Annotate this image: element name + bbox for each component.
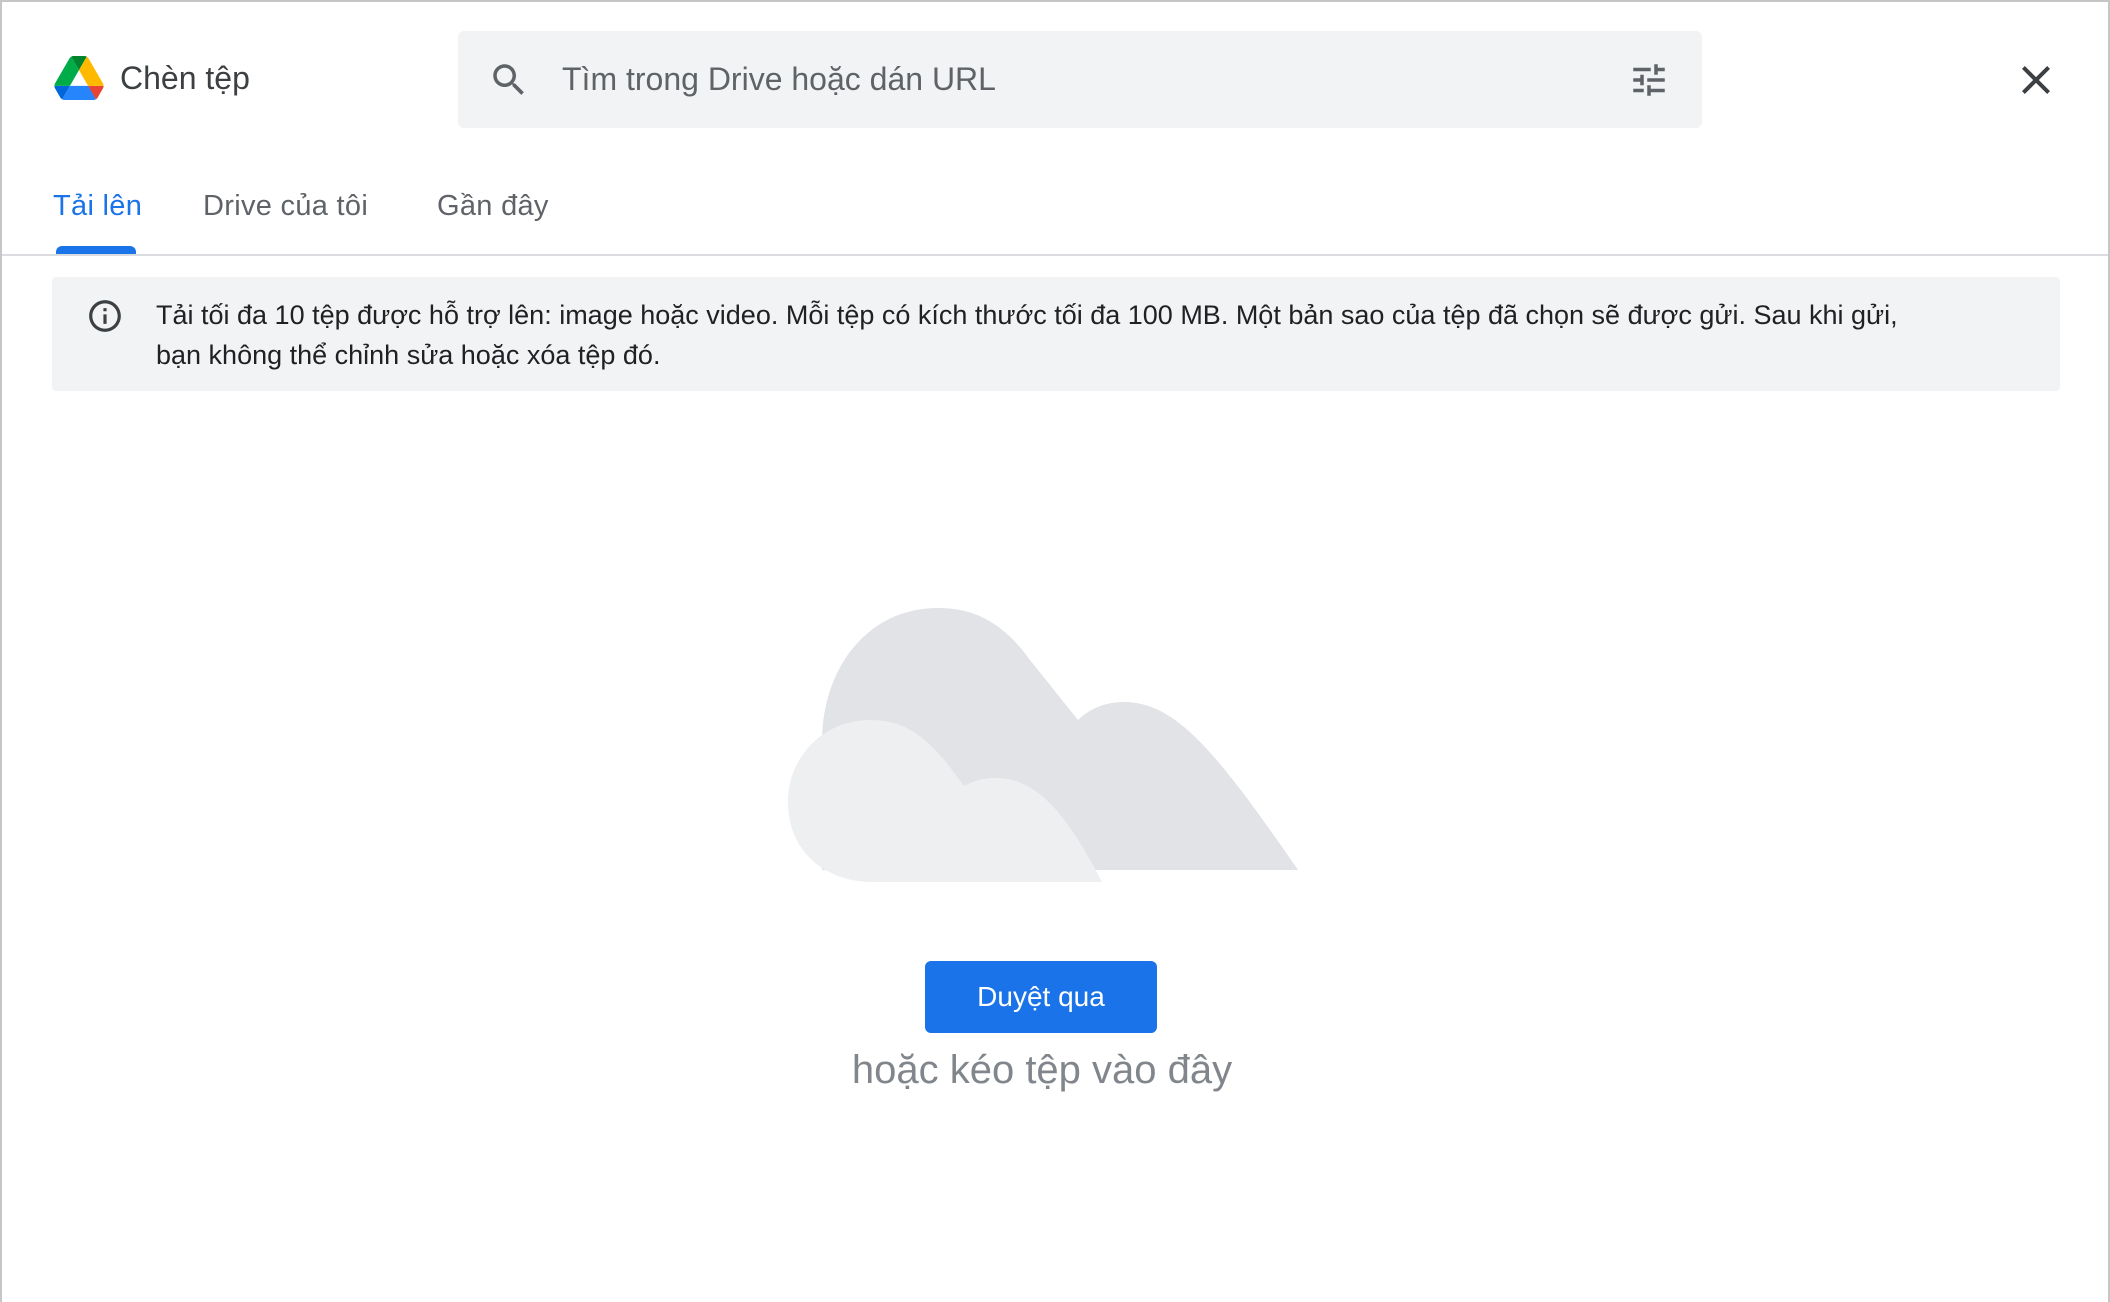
- info-message-line-2: bạn không thể chỉnh sửa hoặc xóa tệp đó.: [156, 340, 661, 370]
- info-icon: [89, 300, 121, 332]
- dialog-header: Chèn tệp: [2, 2, 2108, 152]
- browse-button[interactable]: Duyệt qua: [925, 961, 1157, 1033]
- tab-upload[interactable]: Tải lên: [53, 186, 142, 226]
- info-message-line-1: Tải tối đa 10 tệp được hỗ trợ lên: image…: [156, 300, 1898, 330]
- tab-my-drive[interactable]: Drive của tôi: [203, 186, 368, 226]
- google-drive-icon: [54, 56, 104, 100]
- info-message: Tải tối đa 10 tệp được hỗ trợ lên: image…: [156, 295, 2046, 375]
- drag-drop-hint: hoặc kéo tệp vào đây: [851, 1048, 1233, 1092]
- tab-recent[interactable]: Gần đây: [437, 186, 549, 226]
- dialog-title: Chèn tệp: [120, 60, 250, 96]
- tune-icon[interactable]: [1628, 59, 1670, 101]
- close-icon[interactable]: [2012, 56, 2060, 104]
- active-tab-indicator: [56, 246, 136, 254]
- info-banner: Tải tối đa 10 tệp được hỗ trợ lên: image…: [52, 277, 2060, 391]
- insert-file-dialog: Chèn tệp Tải lên Drive của tôi Gần đây T…: [0, 0, 2110, 1302]
- search-box[interactable]: [458, 31, 1702, 128]
- cloud-illustration: [788, 608, 1298, 882]
- tab-bar: Tải lên Drive của tôi Gần đây: [2, 172, 2108, 256]
- search-input[interactable]: [562, 51, 1562, 107]
- search-icon[interactable]: [488, 59, 530, 101]
